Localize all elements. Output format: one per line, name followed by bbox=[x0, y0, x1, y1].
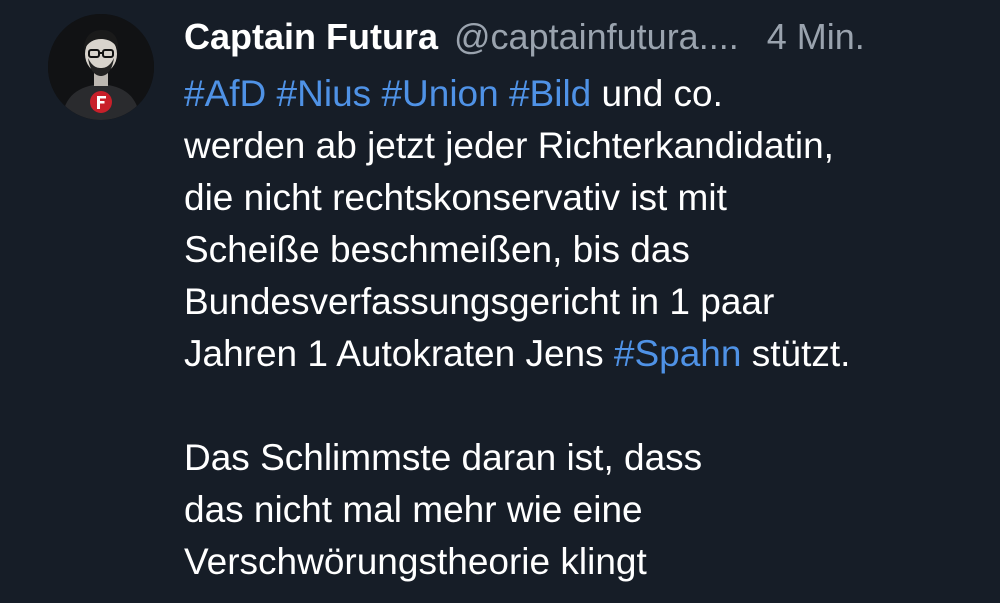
post-header: Captain Futura @captainfutura.... 4 Min. bbox=[184, 14, 984, 60]
author-display-name[interactable]: Captain Futura bbox=[184, 14, 438, 60]
post-line: werden ab jetzt jeder Richterkandidatin, bbox=[184, 125, 834, 166]
post-text: Jahren 1 Autokraten Jens bbox=[184, 333, 614, 374]
hashtag-link-union[interactable]: #Union bbox=[381, 73, 498, 114]
post-line: das nicht mal mehr wie eine bbox=[184, 489, 643, 530]
post-timestamp[interactable]: 4 Min. bbox=[767, 14, 865, 60]
author-handle[interactable]: @captainfutura.... bbox=[454, 14, 739, 60]
post-line: Jahren 1 Autokraten Jens #Spahn stützt. bbox=[184, 328, 984, 380]
hashtag-link-nius[interactable]: #Nius bbox=[277, 73, 372, 114]
post-text: stützt. bbox=[741, 333, 851, 374]
post-line: die nicht rechtskonservativ ist mit bbox=[184, 177, 727, 218]
post: Captain Futura @captainfutura.... 4 Min.… bbox=[184, 14, 984, 588]
hashtag-link-afd[interactable]: #AfD bbox=[184, 73, 266, 114]
avatar[interactable] bbox=[48, 14, 154, 120]
avatar-image bbox=[48, 14, 154, 120]
post-text: und co. bbox=[591, 73, 723, 114]
hashtag-link-bild[interactable]: #Bild bbox=[509, 73, 591, 114]
post-line: Verschwörungstheorie klingt bbox=[184, 541, 647, 582]
post-line: Bundesverfassungsgericht in 1 paar bbox=[184, 281, 775, 322]
post-line: Das Schlimmste daran ist, dass bbox=[184, 437, 703, 478]
paragraph-break bbox=[184, 380, 984, 432]
hashtag-link-spahn[interactable]: #Spahn bbox=[614, 333, 742, 374]
post-body: #AfD #Nius #Union #Bild und co. werden a… bbox=[184, 68, 984, 588]
post-line: Scheiße beschmeißen, bis das bbox=[184, 229, 690, 270]
post-line: #AfD #Nius #Union #Bild und co. bbox=[184, 68, 984, 120]
